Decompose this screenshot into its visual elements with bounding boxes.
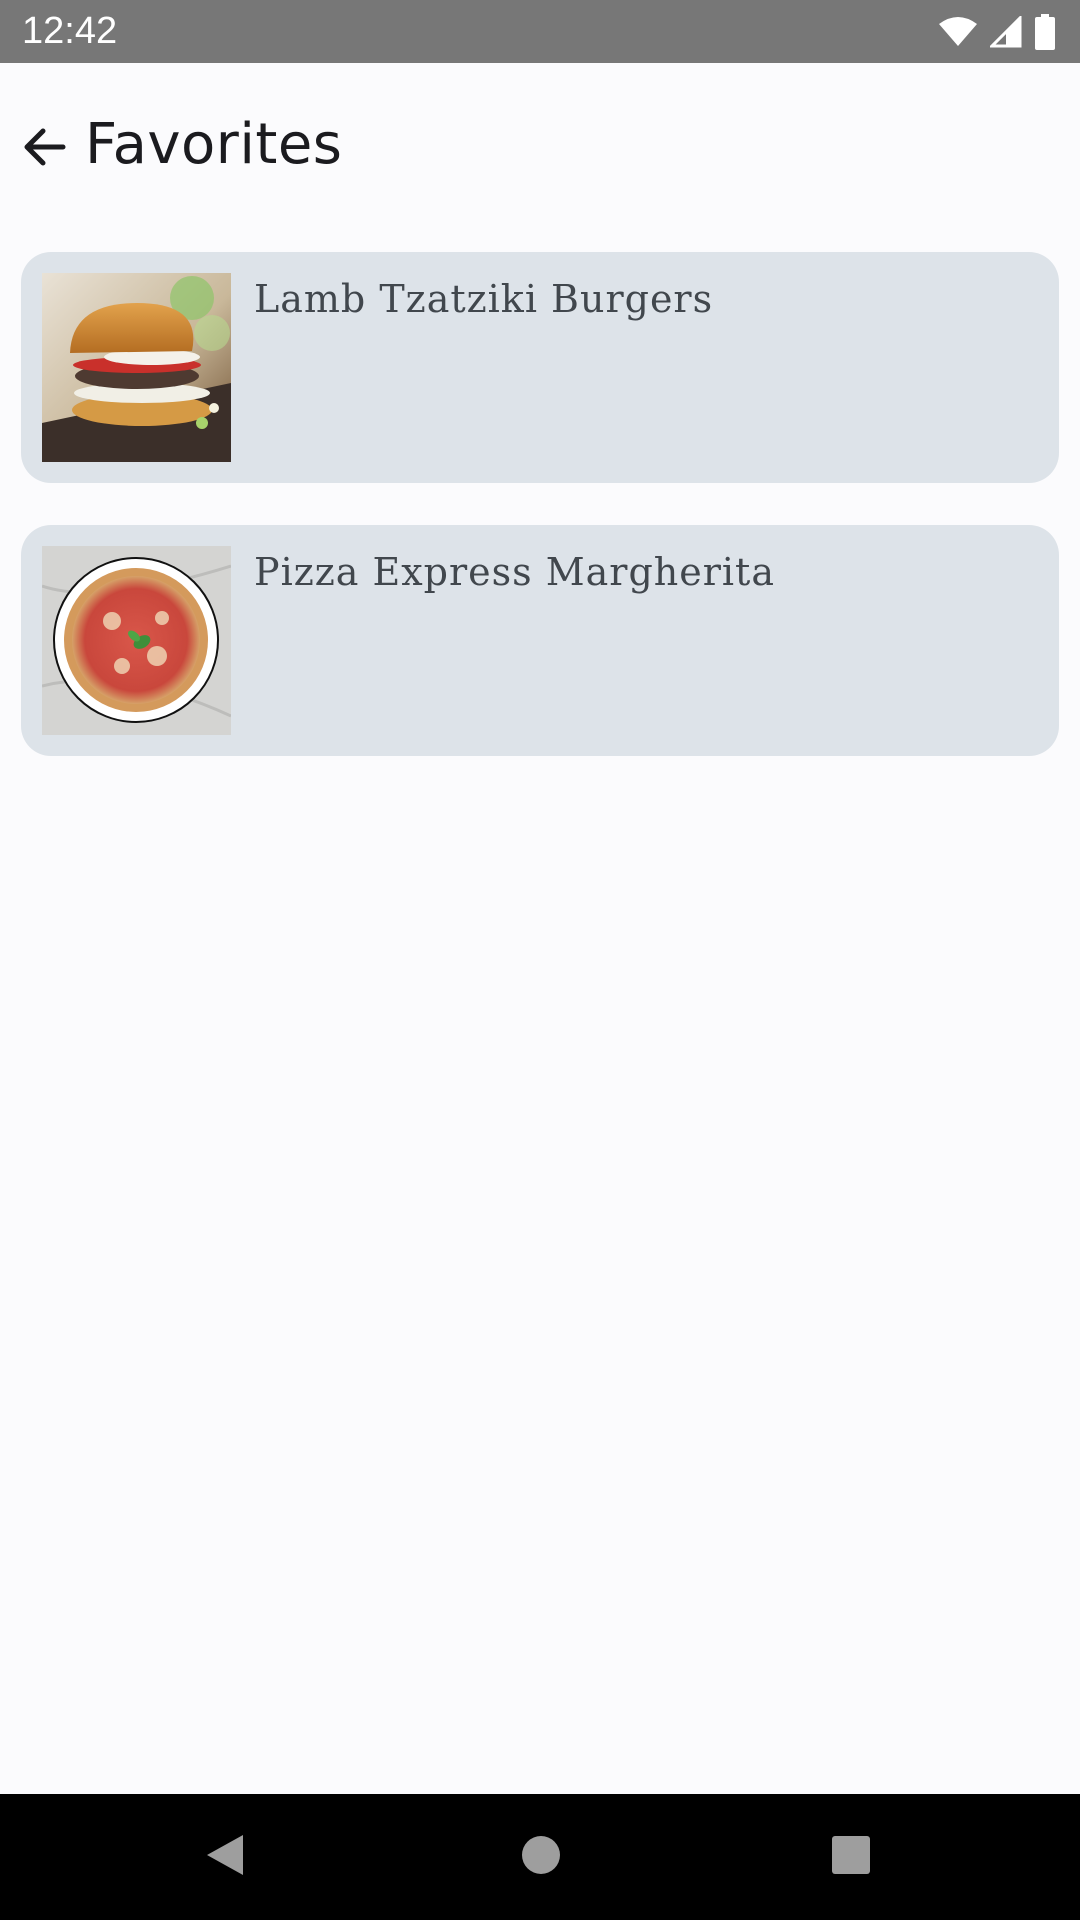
nav-recents-button[interactable]: [818, 1824, 884, 1890]
status-time: 12:42: [22, 10, 118, 52]
battery-icon: [1034, 14, 1056, 50]
status-icons: [938, 12, 1056, 52]
burger-photo: [42, 273, 231, 462]
status-bar: 12:42: [0, 0, 1080, 63]
system-nav-bar: [0, 1794, 1080, 1920]
cellular-signal-icon: [990, 16, 1022, 48]
arrow-back-icon: [21, 124, 67, 174]
recents-square-icon: [831, 1835, 871, 1879]
nav-back-button[interactable]: [192, 1824, 258, 1890]
app-bar: Favorites: [0, 63, 1080, 223]
favorite-title: Lamb Tzatziki Burgers: [254, 277, 714, 321]
back-button[interactable]: [10, 115, 78, 183]
home-circle-icon: [520, 1834, 562, 1880]
page-title: Favorites: [85, 112, 343, 177]
favorite-card[interactable]: Lamb Tzatziki Burgers: [21, 252, 1059, 483]
favorites-list: Lamb Tzatziki Burgers Pizza Express Marg…: [21, 252, 1059, 798]
back-triangle-icon: [203, 1831, 247, 1883]
pizza-photo: [42, 546, 231, 735]
favorite-card[interactable]: Pizza Express Margherita: [21, 525, 1059, 756]
nav-home-button[interactable]: [508, 1824, 574, 1890]
favorite-title: Pizza Express Margherita: [254, 550, 775, 594]
wifi-icon: [938, 16, 978, 48]
